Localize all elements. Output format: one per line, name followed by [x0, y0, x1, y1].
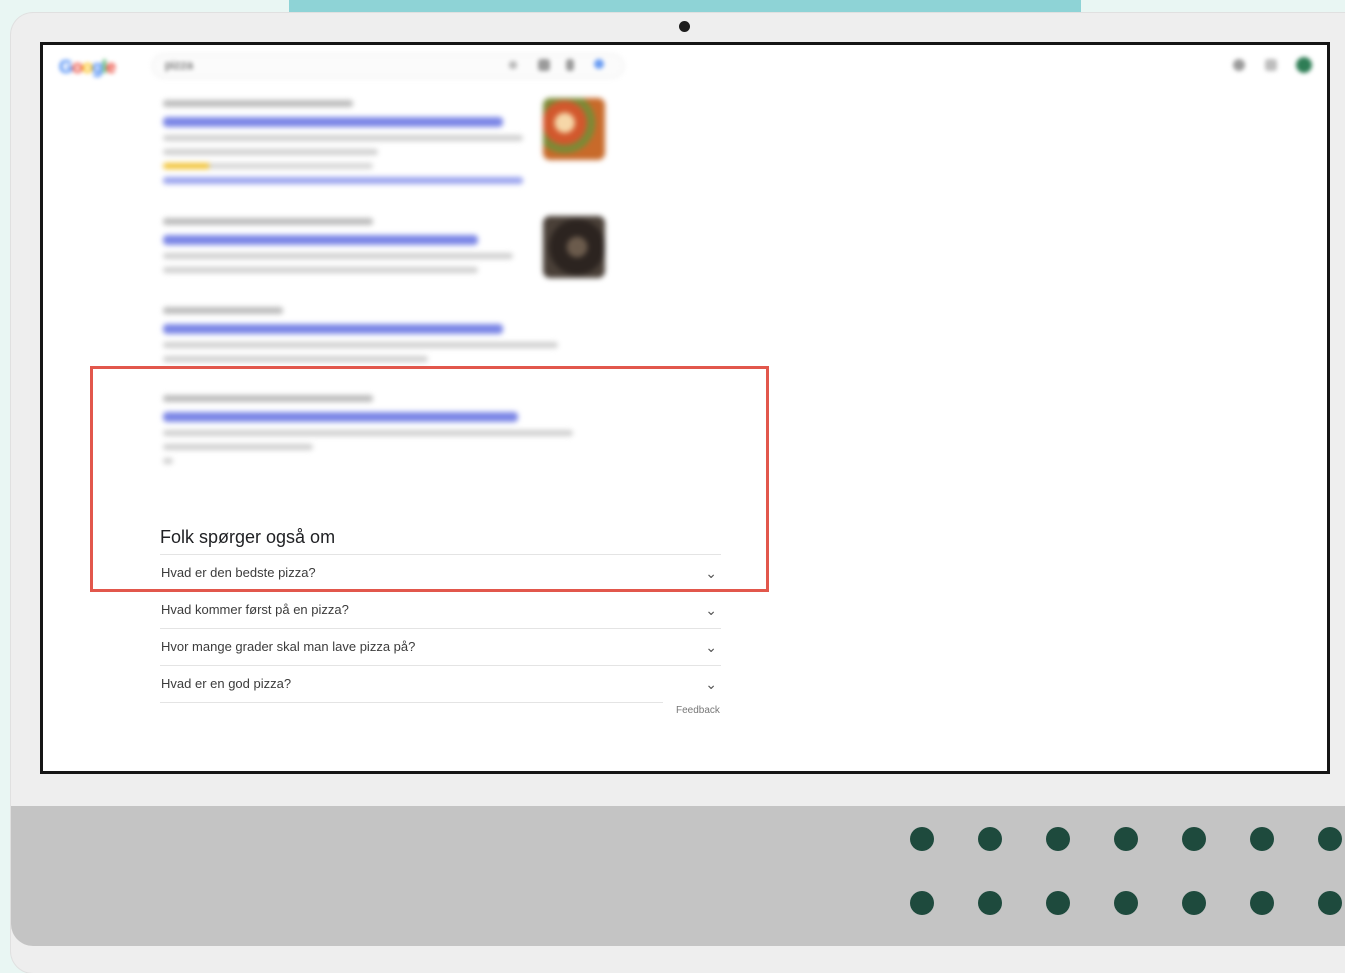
google-header: Google pizza	[43, 45, 1327, 85]
question-item[interactable]: Hvad kommer først på en pizza? ⌄	[160, 591, 721, 628]
decorative-dot	[1182, 827, 1206, 851]
result-thumbnail[interactable]	[543, 216, 605, 278]
result-thumbnail[interactable]	[543, 98, 605, 160]
browser-screen: Google pizza Folk spørger også om Hvad e…	[40, 42, 1330, 774]
chevron-down-icon[interactable]: ⌄	[705, 592, 717, 628]
decorative-dot	[978, 827, 1002, 851]
divider	[160, 702, 663, 703]
settings-icon[interactable]	[1233, 59, 1245, 71]
decorative-dot	[1318, 827, 1342, 851]
decorative-dot	[1114, 891, 1138, 915]
chevron-down-icon[interactable]: ⌄	[705, 666, 717, 702]
decorative-accent-bar	[289, 0, 1081, 13]
decorative-dot-grid	[910, 827, 1345, 927]
search-query: pizza	[165, 58, 194, 72]
voice-search-icon[interactable]	[566, 59, 574, 71]
decorative-dot	[978, 891, 1002, 915]
decorative-dot	[910, 891, 934, 915]
question-text: Hvad er en god pizza?	[161, 676, 292, 691]
search-input[interactable]: pizza	[153, 55, 623, 77]
decorative-dot	[1318, 891, 1342, 915]
decorative-dot	[1250, 891, 1274, 915]
webcam-icon	[679, 21, 690, 32]
feedback-link[interactable]: Feedback	[676, 705, 720, 716]
keyboard-icon[interactable]	[538, 59, 550, 71]
chevron-down-icon[interactable]: ⌄	[705, 629, 717, 665]
clear-search-icon[interactable]	[509, 61, 517, 69]
account-avatar-icon[interactable]	[1296, 57, 1312, 73]
decorative-dot	[910, 827, 934, 851]
question-text: Hvad kommer først på en pizza?	[161, 602, 349, 617]
question-item[interactable]: Hvor mange grader skal man lave pizza på…	[160, 628, 721, 665]
search-result[interactable]	[163, 307, 563, 362]
decorative-dot	[1046, 827, 1070, 851]
search-result[interactable]	[163, 218, 563, 273]
question-text: Hvor mange grader skal man lave pizza på…	[161, 639, 416, 654]
decorative-dot	[1250, 827, 1274, 851]
decorative-dot	[1046, 891, 1070, 915]
search-result[interactable]	[163, 100, 563, 184]
decorative-dot	[1114, 827, 1138, 851]
decorative-dot	[1182, 891, 1206, 915]
search-icon[interactable]	[594, 59, 604, 69]
google-logo[interactable]: Google	[59, 57, 116, 78]
highlight-box	[90, 366, 769, 592]
apps-grid-icon[interactable]	[1265, 59, 1277, 71]
question-item[interactable]: Hvad er en god pizza? ⌄	[160, 665, 721, 702]
